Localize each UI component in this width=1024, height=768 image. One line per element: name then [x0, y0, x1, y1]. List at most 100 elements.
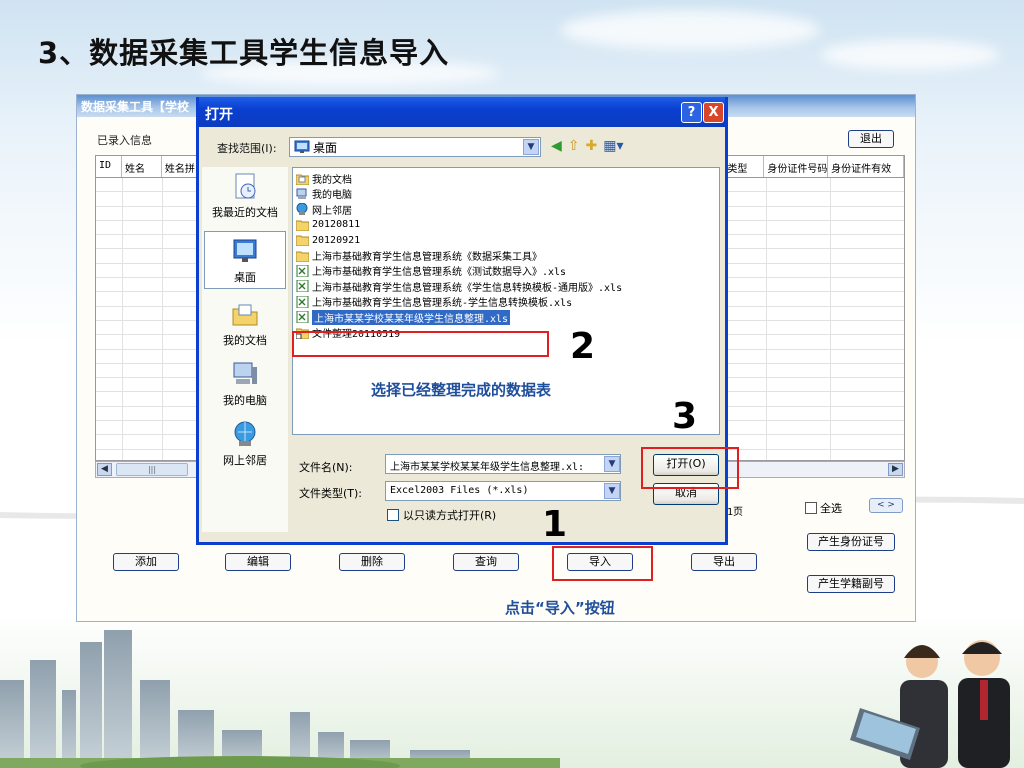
place-desktop[interactable]: 桌面: [204, 231, 286, 289]
back-icon[interactable]: ◀: [551, 138, 562, 154]
places-bar: 我最近的文档 桌面 我的文档 我的电脑 网上邻居: [202, 167, 288, 532]
file-name-label: 文件名(N):: [299, 461, 353, 474]
file-name: 上海市某某学校某某年级学生信息整理.xls: [312, 309, 511, 325]
edit-button[interactable]: 编辑: [225, 553, 291, 571]
business-people-image: [850, 640, 1010, 768]
place-recent[interactable]: 我最近的文档: [204, 171, 286, 220]
column-header-name[interactable]: 姓名: [122, 156, 162, 177]
my-documents-icon: [232, 304, 258, 326]
file-item[interactable]: 我的文档: [296, 171, 352, 186]
place-label: 我的文档: [223, 334, 267, 347]
dialog-title: 打开: [199, 97, 725, 127]
up-folder-icon[interactable]: ⇧: [568, 138, 580, 154]
excel-file-icon: [296, 311, 309, 324]
checkbox-icon[interactable]: [805, 502, 817, 514]
column-header-pinyin[interactable]: 姓名拼: [162, 156, 200, 177]
import-highlight-box: [552, 546, 653, 581]
close-button[interactable]: X: [703, 102, 724, 123]
generate-student-no-button[interactable]: 产生学籍副号: [807, 575, 895, 593]
help-button[interactable]: ?: [681, 102, 702, 123]
network-icon: [296, 203, 309, 216]
column-header-type[interactable]: 类型: [724, 156, 765, 177]
cloud-decoration: [820, 40, 1000, 70]
file-item[interactable]: 20120921: [296, 233, 360, 248]
file-name: 20120921: [312, 234, 361, 246]
new-folder-icon[interactable]: ✚: [586, 138, 598, 154]
folder-icon: [296, 234, 309, 247]
exit-button-label: 退出: [860, 132, 882, 145]
readonly-label: 以只读方式打开(R): [403, 509, 497, 522]
scroll-thumb[interactable]: |||: [116, 463, 188, 476]
query-button[interactable]: 查询: [453, 553, 519, 571]
cloud-decoration: [560, 10, 820, 50]
page-nav-button[interactable]: < >: [869, 498, 903, 513]
file-item[interactable]: 20120811: [296, 217, 360, 232]
place-label: 我最近的文档: [212, 206, 278, 219]
file-item-selected[interactable]: 上海市某某学校某某年级学生信息整理.xls: [296, 309, 511, 325]
desktop-icon: [294, 140, 310, 153]
entered-info-label: 已录入信息: [97, 134, 152, 147]
scroll-left-icon[interactable]: ◀: [97, 463, 112, 476]
file-name: 上海市基础教育学生信息管理系统《学生信息转换模板-通用版》.xls: [312, 282, 623, 294]
place-my-computer[interactable]: 我的电脑: [204, 359, 286, 408]
column-header-id[interactable]: ID: [96, 156, 122, 177]
file-item[interactable]: 上海市基础教育学生信息管理系统-学生信息转换模板.xls: [296, 294, 572, 309]
generate-id-button[interactable]: 产生身份证号: [807, 533, 895, 551]
excel-file-icon: [296, 264, 309, 277]
step-1-number: 1: [542, 504, 568, 545]
place-label: 网上邻居: [223, 454, 267, 467]
checkbox-icon[interactable]: [387, 509, 399, 521]
file-item[interactable]: 上海市基础教育学生信息管理系统《数据采集工具》: [296, 248, 542, 263]
export-button[interactable]: 导出: [691, 553, 757, 571]
step-3-number: 3: [672, 396, 698, 437]
selected-file-highlight-box: [292, 331, 549, 357]
choose-table-hint: 选择已经整理完成的数据表: [371, 381, 552, 399]
column-header-id-valid[interactable]: 身份证件有效: [828, 156, 904, 177]
place-label: 桌面: [234, 271, 256, 284]
look-in-dropdown[interactable]: 桌面 ▼: [289, 137, 541, 157]
select-all-label: 全选: [820, 502, 842, 515]
folder-icon: [296, 250, 309, 262]
view-menu-icon[interactable]: ▦▾: [603, 138, 623, 154]
add-button[interactable]: 添加: [113, 553, 179, 571]
step-2-number: 2: [570, 326, 596, 367]
file-item[interactable]: 上海市基础教育学生信息管理系统《测试数据导入》.xls: [296, 263, 566, 278]
chevron-down-icon[interactable]: ▼: [604, 456, 620, 472]
city-skyline-image: [0, 630, 560, 768]
desktop-icon: [233, 239, 257, 262]
slide-title: 3、数据采集工具学生信息导入: [38, 36, 450, 70]
chevron-down-icon[interactable]: ▼: [523, 139, 539, 155]
select-all-checkbox[interactable]: 全选: [805, 500, 842, 516]
look-in-label: 查找范围(I):: [217, 142, 277, 155]
readonly-checkbox[interactable]: 以只读方式打开(R): [387, 507, 496, 523]
file-name: 上海市基础教育学生信息管理系统《测试数据导入》.xls: [312, 267, 567, 279]
scroll-right-icon[interactable]: ▶: [888, 463, 903, 476]
delete-button[interactable]: 删除: [339, 553, 405, 571]
excel-file-icon: [296, 295, 309, 308]
file-item[interactable]: 上海市基础教育学生信息管理系统《学生信息转换模板-通用版》.xls: [296, 279, 622, 294]
my-computer-icon: [233, 362, 257, 384]
column-header-id-number[interactable]: 身份证件号码: [764, 156, 829, 177]
folder-icon: [296, 219, 309, 231]
place-my-documents[interactable]: 我的文档: [204, 299, 286, 348]
place-network[interactable]: 网上邻居: [204, 419, 286, 468]
file-name: 网上邻居: [312, 205, 352, 217]
file-item[interactable]: 我的电脑: [296, 186, 352, 201]
file-type-value: Excel2003 Files (*.xls): [390, 485, 529, 496]
open-highlight-box: [641, 447, 739, 489]
file-type-label: 文件类型(T):: [299, 487, 363, 500]
file-item[interactable]: 网上邻居: [296, 202, 352, 217]
chevron-down-icon[interactable]: ▼: [604, 483, 620, 499]
file-type-select[interactable]: Excel2003 Files (*.xls): [385, 481, 621, 501]
network-places-icon: [234, 421, 256, 446]
look-in-value: 桌面: [313, 140, 338, 155]
file-name: 上海市基础教育学生信息管理系统-学生信息转换模板.xls: [312, 298, 573, 310]
file-name: 上海市基础教育学生信息管理系统《数据采集工具》: [312, 252, 542, 263]
file-name-field[interactable]: 上海市某某学校某某年级学生信息整理.xl:: [385, 454, 621, 474]
place-label: 我的电脑: [223, 394, 267, 407]
folder-icon: [296, 173, 309, 185]
file-name: 20120811: [312, 219, 361, 231]
file-name: 我的电脑: [312, 190, 352, 202]
excel-file-icon: [296, 280, 309, 293]
exit-button[interactable]: 退出: [848, 130, 894, 148]
